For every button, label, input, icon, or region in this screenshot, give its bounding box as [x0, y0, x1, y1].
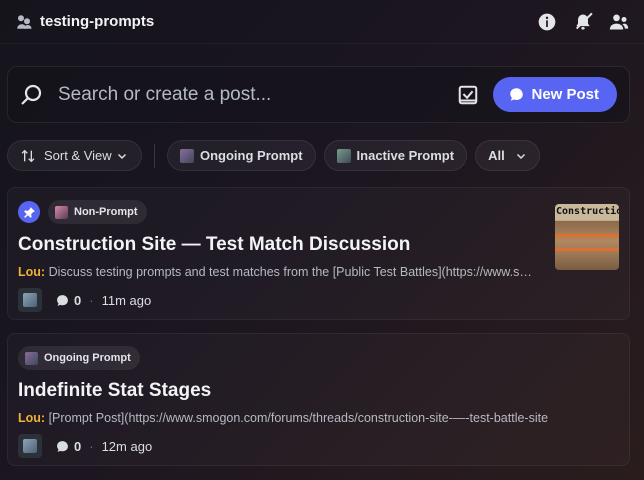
message-count: 0 [74, 292, 82, 308]
post-preview: Lou: Discuss testing prompts and test ma… [18, 265, 538, 279]
info-icon[interactable] [536, 11, 558, 33]
thumbnail-text: Construction [556, 206, 619, 217]
message-count: 0 [74, 438, 82, 454]
chat-bubble-icon [57, 440, 68, 452]
sort-icon [21, 149, 35, 162]
chevron-down-icon [516, 153, 525, 159]
chat-bubble-icon [57, 294, 68, 306]
channel-name: testing-prompts [40, 13, 155, 30]
post-title: Indefinite Stat Stages [18, 380, 212, 401]
all-label: All [488, 148, 505, 163]
tag-label: Ongoing Prompt [200, 148, 303, 163]
post-preview-text: Discuss testing prompts and test matches… [48, 265, 538, 279]
forum-icon [14, 12, 34, 32]
filter-divider [154, 143, 155, 168]
post-guidelines-icon[interactable] [457, 83, 481, 107]
tag-filter-inactive-prompt[interactable]: Inactive Prompt [323, 140, 468, 171]
filter-bar: Sort & View Ongoing Prompt Inactive Prom… [7, 140, 540, 171]
post-time: 11m ago [101, 292, 152, 308]
post-author: Lou: [18, 265, 46, 279]
post-tag: Non-Prompt [48, 200, 147, 224]
post-tag: Ongoing Prompt [18, 346, 140, 370]
tag-image-icon [25, 351, 38, 365]
separator-dot: · [89, 438, 94, 454]
channel-header: testing-prompts [0, 0, 644, 44]
post-preview: Lou: [Prompt Post](https://www.smogon.co… [18, 411, 618, 425]
new-post-button[interactable]: New Post [493, 77, 617, 112]
search-bar[interactable]: New Post [7, 66, 630, 123]
search-icon [20, 82, 46, 108]
members-icon[interactable] [608, 11, 630, 33]
chat-bubble-icon [510, 88, 524, 101]
post-author: Lou: [18, 411, 46, 425]
sort-view-label: Sort & View [44, 148, 112, 163]
post-time: 12m ago [101, 438, 153, 454]
post-tag-label: Non-Prompt [74, 206, 138, 218]
tag-image-icon [336, 148, 351, 163]
pin-icon [18, 201, 40, 223]
chevron-down-icon [117, 153, 126, 159]
notifications-off-icon[interactable] [572, 11, 594, 33]
search-input[interactable] [58, 83, 418, 106]
tag-image-icon [55, 205, 68, 219]
tag-filter-ongoing-prompt[interactable]: Ongoing Prompt [167, 140, 316, 171]
tag-label: Inactive Prompt [356, 148, 455, 163]
sort-view-button[interactable]: Sort & View [7, 140, 142, 171]
separator-dot: · [89, 292, 94, 308]
all-tags-dropdown[interactable]: All [475, 140, 540, 171]
avatar [18, 288, 42, 312]
post-tag-label: Ongoing Prompt [44, 352, 131, 364]
post-thumbnail[interactable]: Construction [555, 204, 619, 270]
post-card[interactable]: Non-Prompt Construction Site — Test Matc… [7, 187, 630, 320]
avatar [18, 434, 42, 458]
new-post-label: New Post [531, 86, 599, 103]
post-preview-text: [Prompt Post](https://www.smogon.com/for… [48, 411, 549, 425]
post-title: Construction Site — Test Match Discussio… [18, 234, 411, 255]
post-card[interactable]: Ongoing Prompt Indefinite Stat Stages Lo… [7, 333, 630, 466]
tag-image-icon [180, 148, 194, 163]
